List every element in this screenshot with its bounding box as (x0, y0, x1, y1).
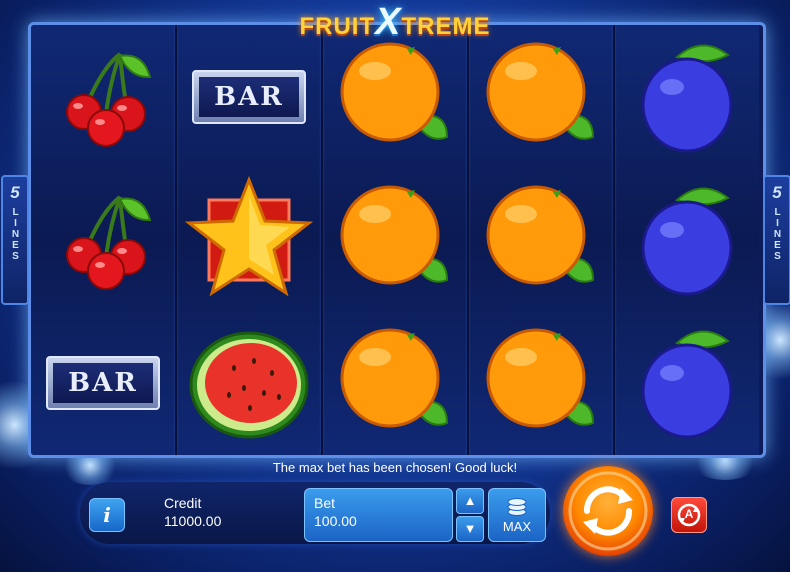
lines-word: LINES (772, 207, 783, 262)
spin-arrows-icon (568, 471, 648, 551)
autoplay-label: A (684, 507, 694, 521)
max-bet-button[interactable]: MAX (488, 488, 546, 542)
bar-icon: BAR (192, 69, 306, 124)
bet-value: 100.00 (314, 513, 357, 529)
symbol-plum (615, 25, 759, 168)
orange-icon (486, 328, 595, 427)
symbol-bar: BAR (31, 311, 175, 454)
lines-count: 5 (772, 183, 782, 202)
symbol-plum (615, 168, 759, 311)
cherry-icon (66, 51, 152, 147)
symbol-orange (323, 311, 467, 454)
bar-icon: BAR (46, 355, 160, 410)
symbol-orange (469, 311, 613, 454)
plum-icon (641, 330, 733, 438)
lines-indicator-right: 5 LINES (763, 175, 790, 305)
orange-icon (340, 328, 449, 427)
orange-icon (486, 42, 595, 141)
logo-fruit: FRUIT (299, 13, 376, 40)
lines-count: 5 (10, 183, 20, 202)
symbol-orange (323, 25, 467, 168)
symbol-cherry (31, 25, 175, 168)
max-bet-label: MAX (502, 519, 532, 534)
bet-label: Bet (314, 495, 336, 511)
info-button[interactable]: i (89, 498, 125, 532)
orange-icon (340, 42, 449, 141)
coins-icon (507, 498, 527, 516)
autoplay-button[interactable]: A (671, 497, 707, 533)
orange-icon (486, 185, 595, 284)
credit-value: 11000.00 (164, 513, 222, 529)
logo-x: X (375, 1, 402, 43)
plum-icon (641, 44, 733, 152)
spin-button[interactable] (563, 466, 653, 556)
credit-label: Credit (164, 495, 202, 511)
bar-label: BAR (68, 367, 138, 398)
lines-indicator-left: 5 LINES (1, 175, 29, 305)
symbol-star (177, 168, 321, 311)
symbol-cherry (31, 168, 175, 311)
reels-frame: BAR BAR (28, 22, 766, 458)
symbol-orange (323, 168, 467, 311)
lines-word: LINES (10, 207, 21, 262)
bar-label: BAR (214, 81, 284, 112)
star-icon (184, 175, 314, 296)
bet-decrease-button[interactable]: ▼ (456, 516, 484, 542)
symbol-orange (469, 168, 613, 311)
bet-increase-button[interactable]: ▲ (456, 488, 484, 514)
game-logo: FRUITXTREME (270, 1, 520, 43)
cherry-icon (66, 194, 152, 290)
orange-icon (340, 185, 449, 284)
symbol-plum (615, 311, 759, 454)
logo-treme: TREME (401, 13, 491, 40)
symbol-orange (469, 25, 613, 168)
symbol-bar: BAR (177, 25, 321, 168)
watermelon-icon (189, 331, 309, 438)
plum-icon (641, 187, 733, 295)
symbol-watermelon (177, 311, 321, 454)
status-message: The max bet has been chosen! Good luck! (272, 460, 518, 475)
